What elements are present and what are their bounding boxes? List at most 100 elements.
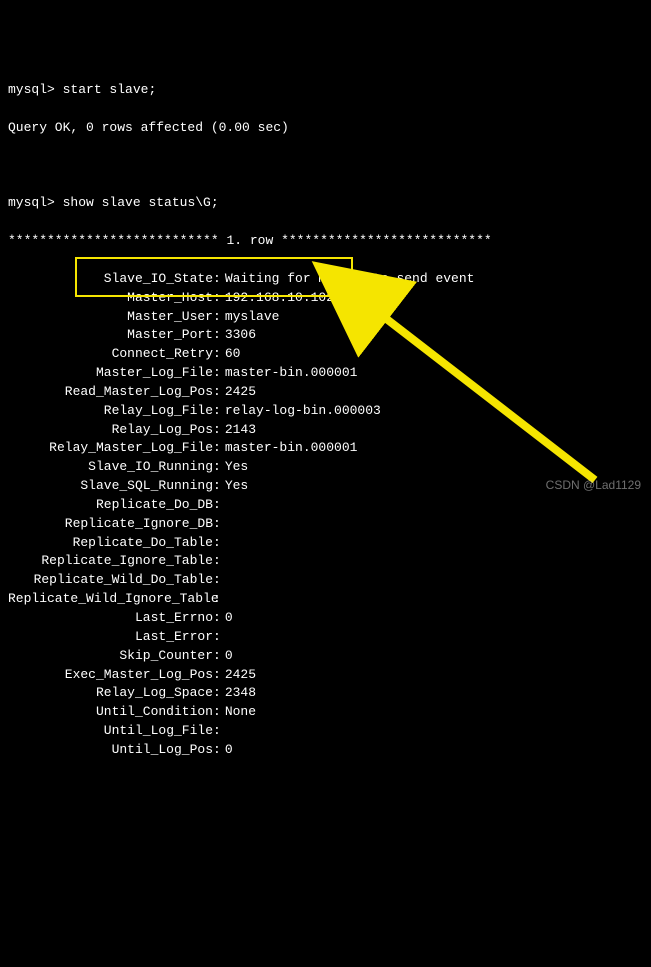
status-row-replicate_do_db: Replicate_Do_DB: [8,496,643,515]
status-label: Master_Port [8,326,213,345]
status-value: myslave [221,309,280,324]
status-value: 2348 [221,685,256,700]
status-value [221,591,225,606]
watermark: CSDN @Lad1129 [546,477,641,494]
colon: : [213,572,221,587]
status-label: Skip_Counter [8,647,213,666]
status-row-master_log_file: Master_Log_File:master-bin.000001 [8,364,643,383]
status-label: Until_Condition [8,703,213,722]
status-value: relay-log-bin.000003 [221,403,381,418]
colon: : [213,667,221,682]
status-row-read_master_log_pos: Read_Master_Log_Pos:2425 [8,383,643,402]
status-value: Waiting for master to send event [221,271,475,286]
command-start-slave: start slave; [63,82,157,97]
status-row-master_port: Master_Port:3306 [8,326,643,345]
status-label: Master_Host [8,289,213,308]
status-label: Exec_Master_Log_Pos [8,666,213,685]
colon: : [213,271,221,286]
status-label: Until_Log_Pos [8,741,213,760]
colon: : [213,290,221,305]
status-row-slave_io_running: Slave_IO_Running:Yes [8,458,643,477]
status-value: 2425 [221,667,256,682]
status-row-until_condition: Until_Condition:None [8,703,643,722]
status-label: Until_Log_File [8,722,213,741]
command-show-slave-status: show slave status\G; [63,195,219,210]
mysql-prompt: mysql> [8,82,55,97]
status-row-relay_master_log_file: Relay_Master_Log_File:master-bin.000001 [8,439,643,458]
status-label: Replicate_Do_DB [8,496,213,515]
status-row-relay_log_file: Relay_Log_File:relay-log-bin.000003 [8,402,643,421]
status-row-last_error: Last_Error: [8,628,643,647]
status-value [221,535,225,550]
colon: : [213,440,221,455]
status-value: 0 [221,648,233,663]
cmd-line-2: mysql> show slave status\G; [8,194,643,213]
status-row-replicate_wild_do_table: Replicate_Wild_Do_Table: [8,571,643,590]
status-label: Replicate_Ignore_Table [8,552,213,571]
status-row-master_user: Master_User:myslave [8,308,643,327]
status-label: Relay_Log_Space [8,684,213,703]
colon: : [213,742,221,757]
status-value [221,553,225,568]
status-value [221,516,225,531]
colon: : [213,478,221,493]
row-divider: *************************** 1. row *****… [8,232,643,251]
response-ok: Query OK, 0 rows affected (0.00 sec) [8,119,643,138]
colon: : [213,648,221,663]
colon: : [213,685,221,700]
status-row-skip_counter: Skip_Counter:0 [8,647,643,666]
colon: : [213,516,221,531]
colon: : [213,704,221,719]
status-row-replicate_wild_ignore_table: Replicate_Wild_Ignore_Table: [8,590,643,609]
status-row-replicate_ignore_db: Replicate_Ignore_DB: [8,515,643,534]
status-value: 2143 [221,422,256,437]
status-label: Slave_IO_Running [8,458,213,477]
colon: : [213,346,221,361]
status-value [221,497,225,512]
status-label: Replicate_Wild_Do_Table [8,571,213,590]
status-value: 0 [221,742,233,757]
colon: : [213,610,221,625]
colon: : [213,309,221,324]
status-value: master-bin.000001 [221,365,358,380]
colon: : [213,553,221,568]
colon: : [213,723,221,738]
status-row-exec_master_log_pos: Exec_Master_Log_Pos:2425 [8,666,643,685]
colon: : [213,327,221,342]
status-label: Read_Master_Log_Pos [8,383,213,402]
status-row-relay_log_pos: Relay_Log_Pos:2143 [8,421,643,440]
status-value: Yes [221,459,248,474]
status-value: 192.168.10.102 [221,290,334,305]
colon: : [213,403,221,418]
status-row-connect_retry: Connect_Retry:60 [8,345,643,364]
mysql-prompt: mysql> [8,195,55,210]
blank-line [8,157,643,176]
colon: : [213,591,221,606]
status-row-until_log_file: Until_Log_File: [8,722,643,741]
status-value: 60 [221,346,241,361]
status-value: 0 [221,610,233,625]
status-label: Connect_Retry [8,345,213,364]
status-row-relay_log_space: Relay_Log_Space:2348 [8,684,643,703]
status-label: Master_Log_File [8,364,213,383]
status-value [221,629,225,644]
status-value: Yes [221,478,248,493]
status-label: Master_User [8,308,213,327]
status-label: Last_Error [8,628,213,647]
colon: : [213,535,221,550]
colon: : [213,629,221,644]
status-label: Replicate_Do_Table [8,534,213,553]
status-value [221,723,225,738]
status-value: master-bin.000001 [221,440,358,455]
status-row-last_errno: Last_Errno:0 [8,609,643,628]
colon: : [213,422,221,437]
status-value: 2425 [221,384,256,399]
status-label: Replicate_Wild_Ignore_Table [8,590,213,609]
slave-status-fields: Slave_IO_State:Waiting for master to sen… [8,270,643,760]
status-row-replicate_do_table: Replicate_Do_Table: [8,534,643,553]
status-label: Slave_IO_State [8,270,213,289]
colon: : [213,459,221,474]
colon: : [213,365,221,380]
status-row-replicate_ignore_table: Replicate_Ignore_Table: [8,552,643,571]
status-label: Relay_Log_Pos [8,421,213,440]
